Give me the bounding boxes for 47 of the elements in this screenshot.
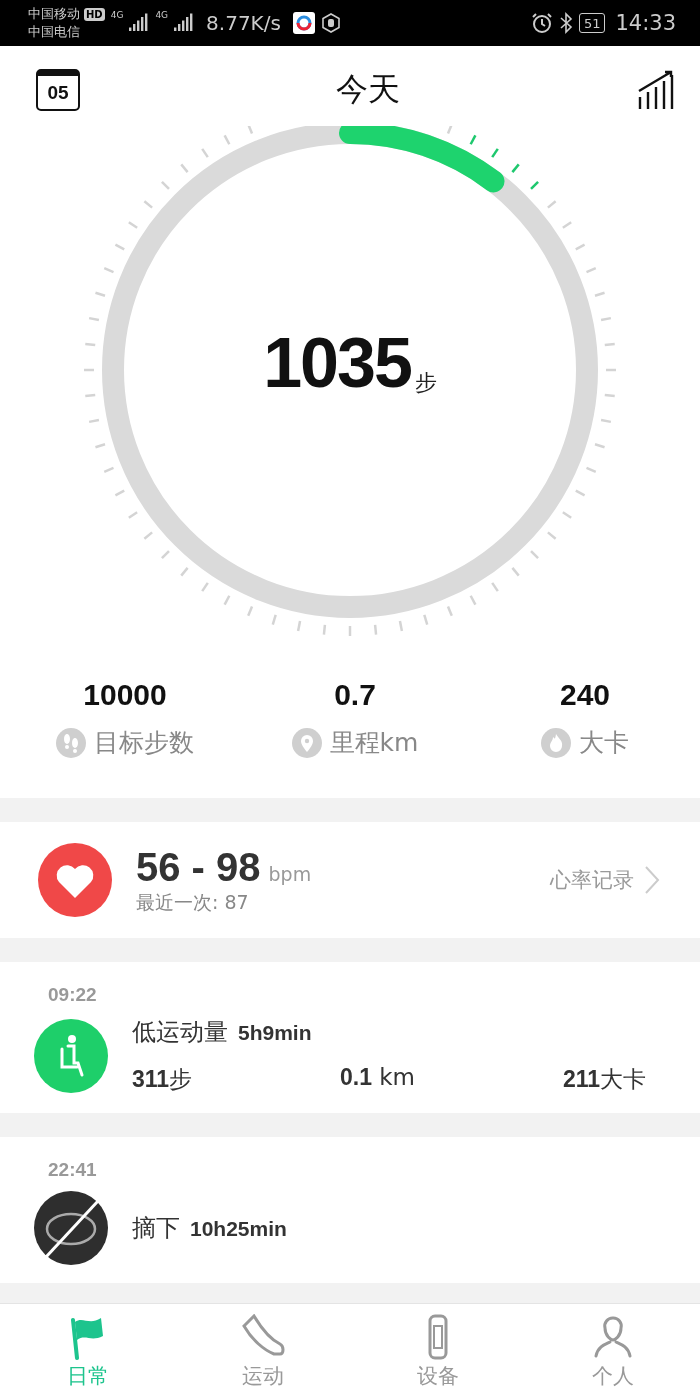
page-title: 今天 (336, 69, 400, 110)
stat-label: 里程km (329, 727, 419, 759)
activity-title: 低运动量 (132, 1017, 228, 1048)
tab[interactable]: 设备 (350, 1304, 525, 1400)
stat-value: 0.7 (334, 678, 376, 712)
carrier-name: 中国移动 (28, 5, 80, 23)
activity-duration: 5h9min (238, 1021, 312, 1045)
tab[interactable]: 个人 (525, 1304, 700, 1400)
heart-rate-history-link[interactable]: 心率记录 (550, 866, 634, 894)
chart-icon[interactable] (636, 69, 674, 111)
network-type: 4G (155, 10, 169, 20)
app-icon (292, 12, 315, 34)
latest-reading: 最近一次: 87 (136, 889, 250, 915)
activity-metric: 211大卡 (562, 1065, 646, 1094)
clock: 14:33 (615, 11, 676, 35)
heart-rate-unit: bpm (268, 862, 312, 885)
stat-label: 目标步数 (94, 727, 194, 759)
network-speed: 8.77K/s (206, 11, 281, 35)
signal-icon (129, 13, 150, 33)
stat-value: 240 (559, 678, 611, 712)
flame-icon (541, 727, 571, 758)
bluetooth-icon (558, 12, 573, 34)
battery-indicator: 51 (578, 13, 606, 33)
activity-time: 09:22 (48, 984, 98, 1006)
alarm-icon (530, 12, 553, 34)
network-type: 4G (110, 10, 124, 20)
stat-value: 10000 (83, 678, 167, 712)
signal-icon (174, 13, 195, 33)
activity-time: 22:41 (48, 1159, 98, 1181)
location-pin-icon (291, 727, 322, 758)
tab[interactable]: 运动 (175, 1304, 350, 1400)
activity-metric: 311步 (132, 1065, 193, 1094)
activity-duration: 10h25min (190, 1217, 287, 1241)
activity-title: 摘下 (132, 1213, 180, 1244)
activity-metric: 0.1 km (340, 1064, 415, 1092)
heart-rate-range: 56 - 98 (136, 844, 261, 890)
step-unit: 步 (414, 369, 437, 397)
carrier-name: 中国电信 (28, 23, 81, 41)
step-count: 1035 (263, 328, 411, 398)
chevron-right-icon (644, 865, 660, 895)
seated-person-icon (34, 1018, 108, 1093)
footprint-icon (56, 727, 86, 758)
stat-label: 大卡 (579, 727, 629, 759)
calendar-button[interactable]: 05 (36, 69, 80, 111)
band-removed-icon (34, 1191, 108, 1265)
hd-badge: HD (84, 7, 105, 21)
tab[interactable]: 日常 (0, 1304, 175, 1400)
